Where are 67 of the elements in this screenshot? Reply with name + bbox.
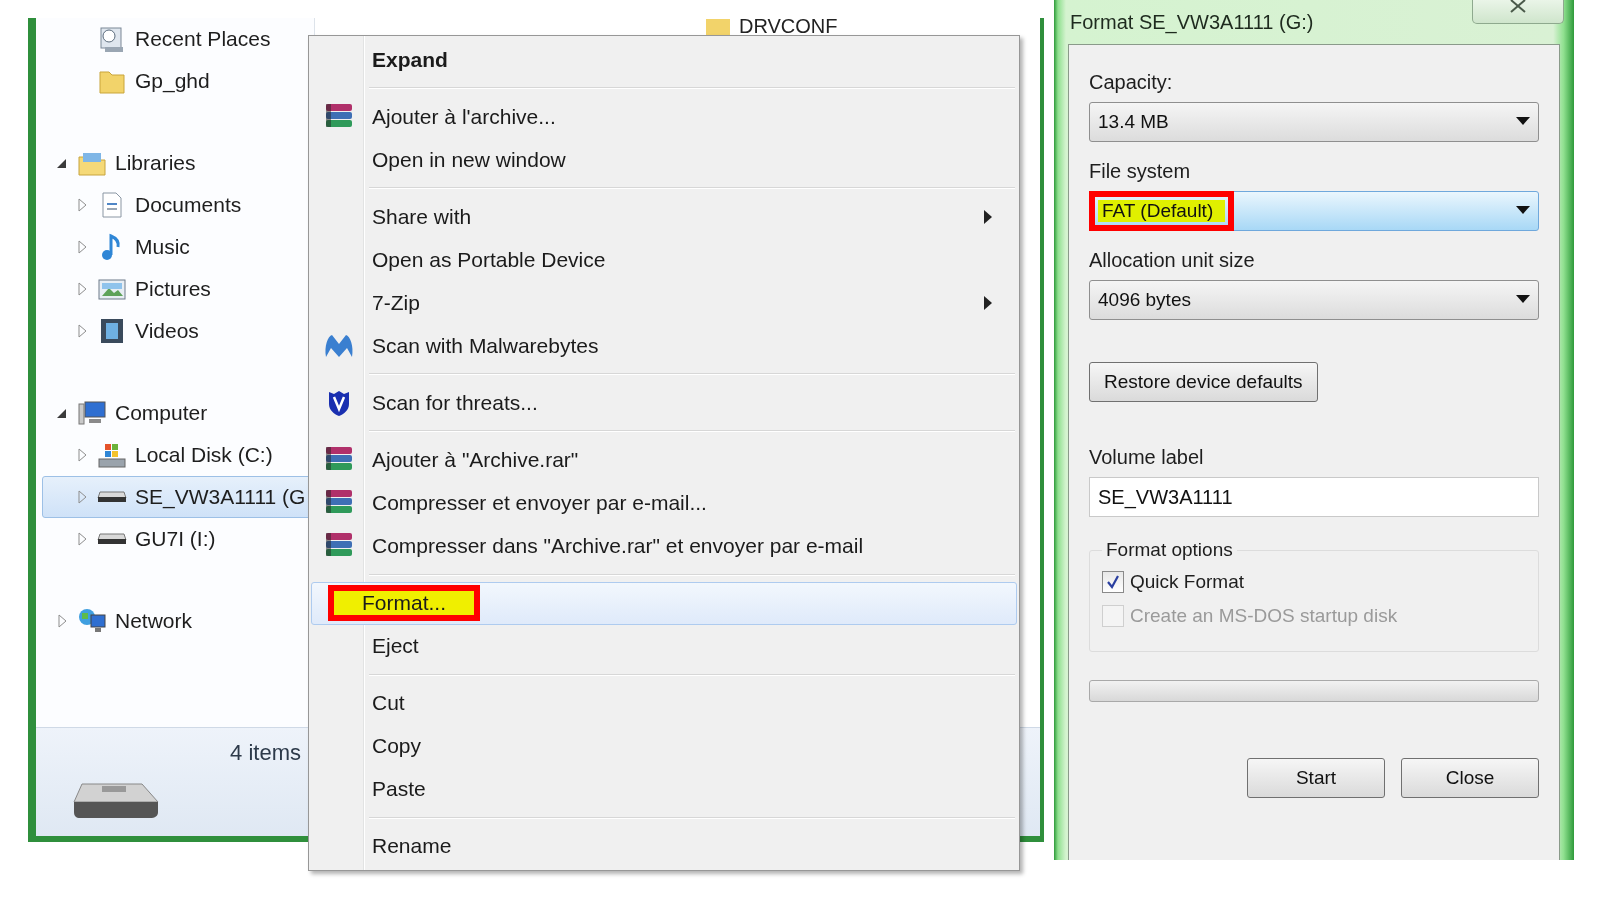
dropdown-caret-icon: [1516, 206, 1530, 214]
field-label: Capacity:: [1089, 71, 1174, 94]
checkmark-icon: [1105, 574, 1121, 590]
menu-item[interactable]: 7-Zip: [311, 281, 1017, 325]
collapsed-arrow-icon[interactable]: [75, 198, 89, 212]
nav-tree-item[interactable]: GU7I (I:): [42, 518, 314, 560]
nav-tree-item[interactable]: Videos: [42, 310, 314, 352]
shield-icon: [327, 388, 351, 417]
checkbox[interactable]: [1102, 571, 1124, 593]
item-count: 4 items: [230, 740, 301, 766]
computer-icon: [77, 399, 107, 427]
menu-item[interactable]: Ajouter à l'archive...: [311, 95, 1017, 139]
network-icon: [77, 607, 107, 635]
volume-label-field[interactable]: SE_VW3A1111: [1089, 477, 1539, 517]
nav-tree-item[interactable]: Documents: [42, 184, 314, 226]
collapsed-arrow-icon[interactable]: [75, 532, 89, 546]
menu-item[interactable]: Scan for threats...: [311, 381, 1017, 425]
menu-item[interactable]: Copy: [311, 724, 1017, 768]
collapsed-arrow-icon[interactable]: [75, 282, 89, 296]
menu-item[interactable]: Rename: [311, 824, 1017, 868]
dropdown-caret-icon: [1516, 117, 1530, 125]
file-name: DRVCONF: [739, 18, 838, 35]
windows-disk-icon: [97, 441, 127, 469]
menu-item[interactable]: Open in new window: [311, 138, 1017, 182]
field-label: Allocation unit size: [1089, 249, 1256, 272]
field-label: File system: [1089, 160, 1192, 183]
nav-tree-item[interactable]: Gp_ghd: [42, 60, 314, 102]
checkbox-label: Quick Format: [1130, 571, 1245, 593]
nav-tree-item[interactable]: Pictures: [42, 268, 314, 310]
nav-tree-item[interactable]: Recent Places: [42, 18, 314, 60]
menu-item[interactable]: Compresser et envoyer par e-mail...: [311, 481, 1017, 525]
drive-icon: [97, 491, 127, 503]
collapsed-arrow-icon[interactable]: [75, 490, 89, 504]
dropdown-caret-icon: [1516, 295, 1530, 303]
dialog-button[interactable]: Close: [1401, 758, 1539, 798]
collapsed-arrow-icon[interactable]: [55, 614, 69, 628]
checkbox-label: Create an MS-DOS startup disk: [1130, 605, 1398, 627]
menu-item[interactable]: Cut: [311, 681, 1017, 725]
close-button[interactable]: [1472, 0, 1564, 24]
menu-item[interactable]: Scan with Malwarebytes: [311, 324, 1017, 368]
drive-icon: [97, 533, 127, 545]
restore-defaults-button[interactable]: Restore device defaults: [1089, 362, 1318, 402]
menu-item[interactable]: Share with: [311, 195, 1017, 239]
menu-item[interactable]: Format...: [311, 581, 1017, 625]
submenu-arrow-icon: [984, 210, 992, 225]
nav-tree-item[interactable]: Music: [42, 226, 314, 268]
collapsed-arrow-icon[interactable]: [75, 240, 89, 254]
collapsed-arrow-icon[interactable]: [75, 448, 89, 462]
menu-item[interactable]: Ajouter à "Archive.rar": [311, 438, 1017, 482]
menu-item[interactable]: Eject: [311, 624, 1017, 668]
field-label: Volume label: [1089, 446, 1205, 469]
folder-icon: [705, 19, 731, 35]
dialog-button[interactable]: Start: [1247, 758, 1385, 798]
group-title: Format options: [1105, 539, 1234, 561]
nav-tree-item[interactable]: Computer: [42, 392, 314, 434]
menu-item[interactable]: Expand: [311, 38, 1017, 82]
collapsed-arrow-icon[interactable]: [75, 324, 89, 338]
dropdown[interactable]: 13.4 MB: [1089, 102, 1539, 142]
nav-tree-item[interactable]: Local Disk (C:): [42, 434, 314, 476]
nav-tree-item[interactable]: Network: [42, 600, 314, 642]
dropdown[interactable]: 4096 bytes: [1089, 280, 1539, 320]
menu-item[interactable]: Compresser dans "Archive.rar" et envoyer par e-mail: [311, 524, 1017, 568]
submenu-arrow-icon: [984, 296, 992, 311]
window-title: Format SE_VW3A1111 (G:): [1070, 10, 1314, 34]
nav-tree-item[interactable]: Libraries: [42, 142, 314, 184]
menu-item[interactable]: Open as Portable Device: [311, 238, 1017, 282]
menu-item[interactable]: Paste: [311, 767, 1017, 811]
